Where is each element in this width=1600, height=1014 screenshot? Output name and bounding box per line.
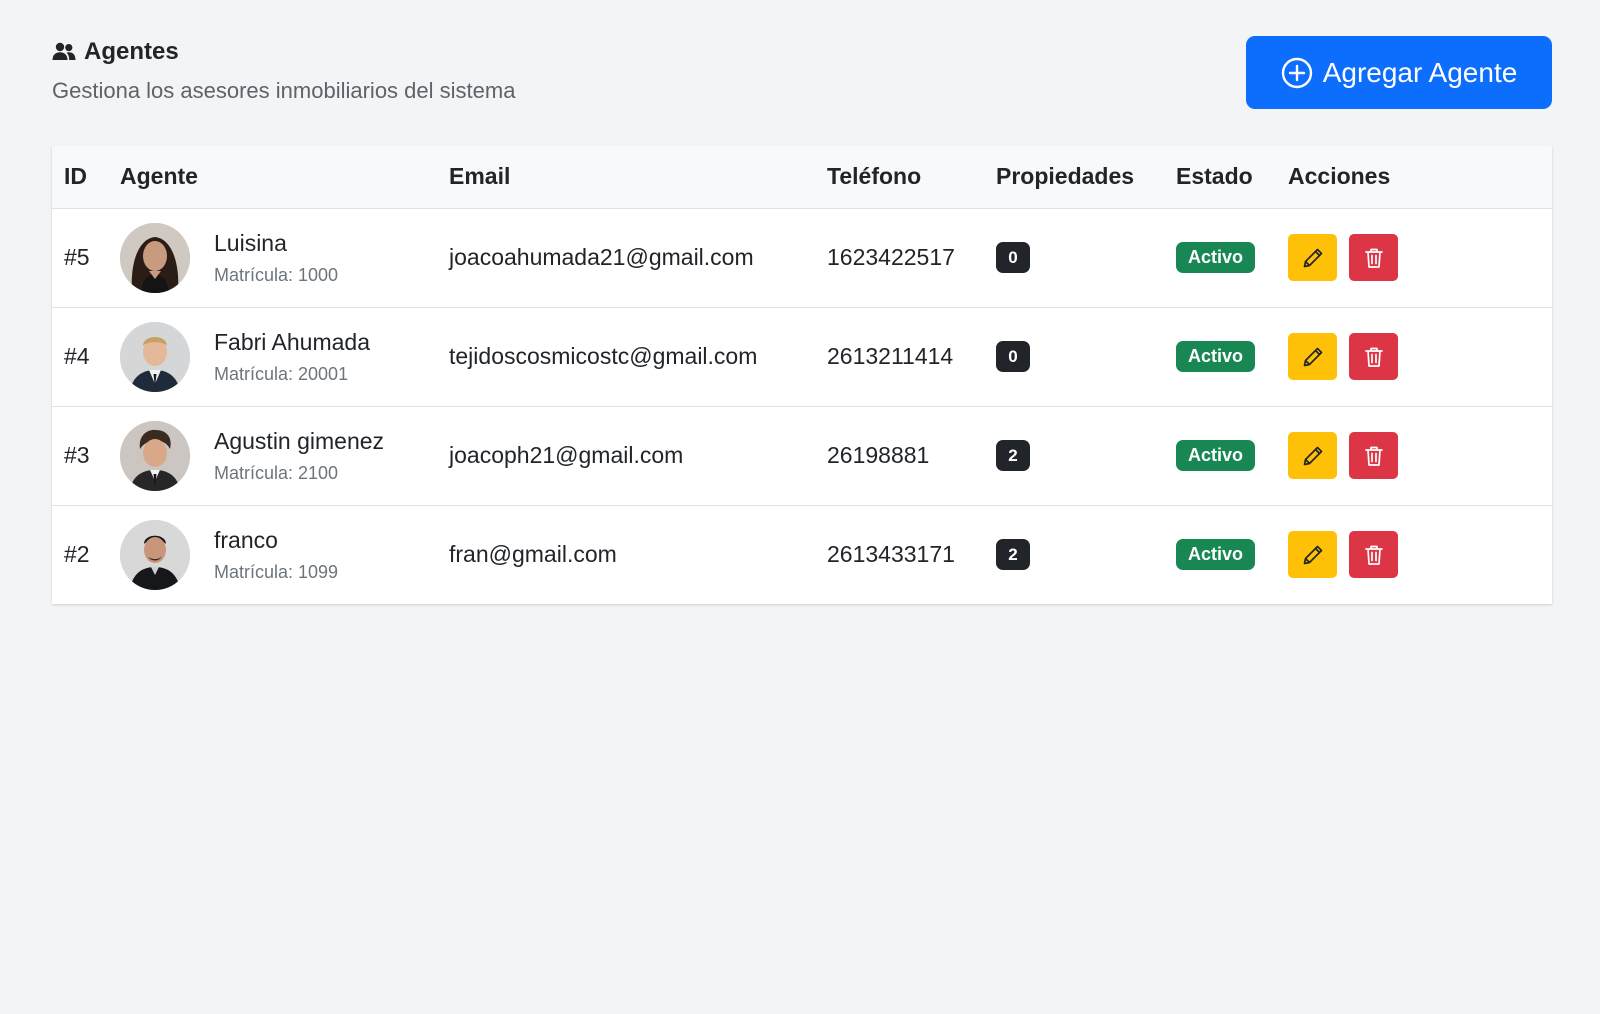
- actions-cell: [1288, 208, 1552, 307]
- status-badge: Activo: [1176, 242, 1256, 273]
- add-agent-button-label: Agregar Agente: [1322, 56, 1518, 88]
- edit-button[interactable]: [1288, 333, 1337, 380]
- properties-cell: 2: [996, 406, 1176, 505]
- agents-table: ID Agente Email Teléfono Propiedades Est…: [52, 146, 1552, 604]
- avatar: [120, 321, 190, 392]
- page-subtitle: Gestiona los asesores inmobiliarios del …: [52, 78, 516, 103]
- agent-phone: 1623422517: [827, 244, 955, 270]
- status-badge: Activo: [1176, 341, 1256, 372]
- pencil-icon: [1302, 346, 1324, 368]
- avatar: [120, 519, 190, 590]
- status-cell: Activo: [1176, 406, 1288, 505]
- trash-icon: [1364, 247, 1384, 269]
- edit-button[interactable]: [1288, 531, 1337, 579]
- table-row: #5 Luisina Matrícula: 1000 joacoahumada2…: [52, 208, 1552, 307]
- agent-name: franco: [214, 526, 278, 553]
- title-row: Agentes: [52, 38, 179, 66]
- agent-registration: Matrícula: 1000: [214, 264, 339, 285]
- agent-email: joacoahumada21@gmail.com: [449, 244, 754, 270]
- agent-id: #5: [64, 244, 90, 270]
- delete-button[interactable]: [1349, 234, 1398, 281]
- column-header-actions: Acciones: [1288, 146, 1552, 209]
- avatar: [120, 222, 190, 293]
- pencil-icon: [1302, 445, 1324, 467]
- column-header-status: Estado: [1176, 146, 1288, 209]
- trash-icon: [1364, 346, 1384, 368]
- column-header-agent: Agente: [120, 146, 449, 209]
- properties-cell: 0: [996, 208, 1176, 307]
- actions-cell: [1288, 406, 1552, 505]
- table-body: #5 Luisina Matrícula: 1000 joacoahumada2…: [52, 208, 1552, 604]
- status-badge: Activo: [1176, 440, 1256, 471]
- properties-count-badge: 2: [996, 539, 1030, 571]
- trash-icon: [1364, 544, 1384, 566]
- column-header-id: ID: [52, 146, 120, 209]
- agent-name: Luisina: [214, 229, 287, 256]
- status-cell: Activo: [1176, 307, 1288, 406]
- agent-phone: 26198881: [827, 442, 930, 468]
- plus-circle-icon: [1281, 57, 1313, 89]
- agent-cell: Luisina Matrícula: 1000: [120, 208, 449, 307]
- agent-email: tejidoscosmicostc@gmail.com: [449, 343, 758, 369]
- people-icon: [52, 42, 76, 62]
- table-row: #4 Fabri Ahumada Matrícula: 20001 tejido…: [52, 307, 1552, 406]
- delete-button[interactable]: [1349, 432, 1398, 479]
- delete-button[interactable]: [1349, 531, 1398, 579]
- trash-icon: [1364, 445, 1384, 467]
- properties-cell: 0: [996, 307, 1176, 406]
- column-header-phone: Teléfono: [827, 146, 996, 209]
- pencil-icon: [1302, 247, 1324, 269]
- status-badge: Activo: [1176, 539, 1256, 571]
- agent-id: #4: [64, 343, 90, 369]
- edit-button[interactable]: [1288, 432, 1337, 479]
- agent-email: joacoph21@gmail.com: [449, 442, 684, 468]
- table-row: #3 Agustin gimenez Matrícula: 2100 joaco…: [52, 406, 1552, 505]
- agent-id: #2: [64, 541, 90, 568]
- pencil-icon: [1302, 544, 1324, 566]
- agent-id: #3: [64, 442, 90, 468]
- agents-table-card: ID Agente Email Teléfono Propiedades Est…: [52, 146, 1552, 604]
- agent-phone: 2613211414: [827, 343, 954, 369]
- column-header-properties: Propiedades: [996, 146, 1176, 209]
- agent-cell: Fabri Ahumada Matrícula: 20001: [120, 307, 449, 406]
- page-container: Agentes Gestiona los asesores inmobiliar…: [52, 0, 1552, 604]
- delete-button[interactable]: [1349, 333, 1398, 380]
- agent-registration: Matrícula: 2100: [214, 462, 339, 483]
- properties-count-badge: 0: [996, 341, 1030, 372]
- agent-cell: Agustin gimenez Matrícula: 2100: [120, 406, 449, 505]
- status-cell: Activo: [1176, 505, 1288, 604]
- table-row: #2 franco Matrícula: 1099 fran@gmail.com…: [52, 505, 1552, 604]
- properties-count-badge: 0: [996, 242, 1030, 273]
- actions-cell: [1288, 307, 1552, 406]
- agent-registration: Matrícula: 1099: [214, 561, 339, 582]
- agent-name: Fabri Ahumada: [214, 328, 370, 355]
- column-header-email: Email: [449, 146, 827, 209]
- agent-phone: 2613433171: [827, 541, 955, 568]
- agent-email: fran@gmail.com: [449, 541, 617, 568]
- table-header: ID Agente Email Teléfono Propiedades Est…: [52, 146, 1552, 209]
- status-cell: Activo: [1176, 208, 1288, 307]
- avatar: [120, 420, 190, 491]
- agent-cell: franco Matrícula: 1099: [120, 505, 449, 604]
- page-title: Agentes: [84, 38, 179, 65]
- properties-count-badge: 2: [996, 440, 1030, 471]
- page-header: Agentes Gestiona los asesores inmobiliar…: [52, 0, 1552, 146]
- actions-cell: [1288, 505, 1552, 604]
- agent-registration: Matrícula: 20001: [214, 363, 349, 384]
- edit-button[interactable]: [1288, 234, 1337, 281]
- add-agent-button[interactable]: Agregar Agente: [1246, 36, 1552, 109]
- agent-name: Agustin gimenez: [214, 427, 385, 454]
- table-header-row: ID Agente Email Teléfono Propiedades Est…: [52, 146, 1552, 209]
- properties-cell: 2: [996, 505, 1176, 604]
